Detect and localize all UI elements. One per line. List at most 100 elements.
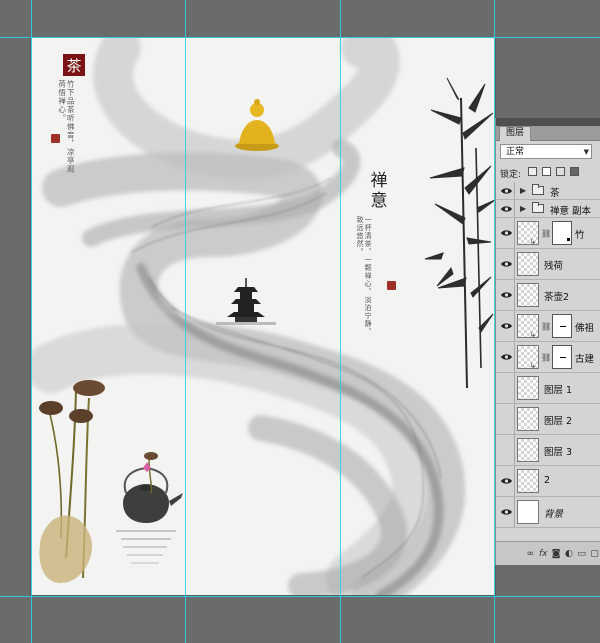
new-layer-icon[interactable]: ▢: [589, 549, 600, 559]
visibility-eye-icon[interactable]: [498, 258, 514, 271]
eye-divider: [514, 497, 515, 527]
visibility-eye-icon[interactable]: [498, 382, 514, 395]
layer-mask-thumbnail[interactable]: [552, 221, 572, 245]
panel-titlebar[interactable]: [496, 118, 600, 126]
lock-transparency-icon[interactable]: [528, 167, 537, 176]
folder-icon[interactable]: ▭: [576, 549, 587, 559]
guide-vertical[interactable]: [340, 0, 341, 643]
layer-mask-thumbnail[interactable]: [552, 314, 572, 338]
lock-row: 锁定:: [496, 163, 600, 184]
layer-name[interactable]: 残荷: [544, 258, 563, 272]
layer-thumbnail: [517, 252, 539, 276]
expand-arrow-icon[interactable]: ▶: [520, 186, 526, 195]
clipping-icon: ↳: [530, 238, 536, 246]
zen-title: 禅意: [366, 171, 387, 211]
expand-arrow-icon[interactable]: ▶: [520, 204, 526, 213]
layer-row[interactable]: 图层 1: [496, 373, 600, 404]
chain-link-icon[interactable]: ⛓: [541, 353, 551, 362]
poem-seal: [51, 134, 60, 143]
right-poem-text: 一杯清茶，一颗禅心，淡泊宁静，致远悠然。: [356, 216, 373, 336]
panel-tabbar: 图层: [496, 126, 600, 141]
eye-divider: [514, 200, 515, 217]
visibility-eye-icon[interactable]: [498, 320, 514, 333]
document-canvas[interactable]: 茶 竹下品茶听佛音，凉亭观荷悟禅心。 禅意 一杯清茶，一颗禅心，淡泊宁静，致远悠…: [31, 38, 495, 595]
layer-name[interactable]: 2: [544, 475, 550, 486]
eye-divider: [514, 280, 515, 310]
layer-thumbnail: [517, 283, 539, 307]
blend-row: 正常 ▼: [496, 141, 600, 163]
link-icon[interactable]: ∞: [525, 549, 536, 559]
layer-row[interactable]: ▶ 禅意 副本: [496, 200, 600, 218]
guide-vertical[interactable]: [185, 0, 186, 643]
layer-row[interactable]: ↳ ⛓ 佛祖: [496, 311, 600, 342]
layer-row[interactable]: 图层 2: [496, 404, 600, 435]
visibility-eye-icon[interactable]: [498, 184, 514, 197]
chain-link-icon[interactable]: ⛓: [541, 322, 551, 331]
layer-thumbnail: [517, 500, 539, 524]
layer-row[interactable]: 图层 3: [496, 435, 600, 466]
layer-row[interactable]: 茶壶2: [496, 280, 600, 311]
lock-pixels-icon[interactable]: [542, 167, 551, 176]
visibility-eye-icon[interactable]: [498, 351, 514, 364]
pagoda-illustration: [216, 278, 276, 325]
visibility-eye-icon[interactable]: [498, 475, 514, 488]
eye-divider: [514, 373, 515, 403]
eye-divider: [514, 311, 515, 341]
lock-position-icon[interactable]: [556, 167, 565, 176]
tea-seal: 茶: [63, 54, 85, 76]
fx-icon[interactable]: fx: [538, 549, 549, 559]
guide-vertical[interactable]: [31, 0, 32, 643]
layer-row[interactable]: 背景: [496, 497, 600, 528]
lock-all-icon[interactable]: [570, 167, 579, 176]
title-seal: [387, 281, 396, 290]
clipping-icon: ↳: [530, 362, 536, 370]
blend-mode-select[interactable]: 正常 ▼: [500, 144, 592, 159]
layer-row[interactable]: 2: [496, 466, 600, 497]
layer-name[interactable]: 禅意 副本: [550, 203, 591, 217]
visibility-eye-icon[interactable]: [498, 413, 514, 426]
mask-mark: [560, 357, 566, 358]
panel-bottom-toolbar: ∞ fx ◙ ◐ ▭ ▢: [496, 541, 600, 565]
eye-divider: [514, 182, 515, 199]
layer-name[interactable]: 图层 3: [544, 444, 572, 458]
layer-row[interactable]: ↳ ⛓ 竹: [496, 218, 600, 249]
layer-thumbnail: [517, 407, 539, 431]
layer-name[interactable]: 茶壶2: [544, 289, 569, 303]
folder-icon: [532, 184, 544, 195]
layer-name[interactable]: 背景: [544, 506, 563, 520]
layer-name[interactable]: 竹: [575, 227, 585, 241]
eye-divider: [514, 342, 515, 372]
layer-name[interactable]: 图层 2: [544, 413, 572, 427]
visibility-eye-icon[interactable]: [498, 289, 514, 302]
chevron-down-icon: ▼: [583, 148, 589, 156]
teapot-illustration: [116, 452, 183, 564]
layer-name[interactable]: 佛祖: [575, 320, 594, 334]
layer-row[interactable]: 残荷: [496, 249, 600, 280]
layer-row[interactable]: ▶ 茶: [496, 182, 600, 200]
folder-icon: [532, 202, 544, 213]
eye-divider: [514, 249, 515, 279]
layer-name[interactable]: 图层 1: [544, 382, 572, 396]
tab-layers[interactable]: 图层: [499, 126, 532, 141]
layer-name[interactable]: 茶: [550, 185, 560, 199]
visibility-eye-icon[interactable]: [498, 202, 514, 215]
adjustment-icon[interactable]: ◐: [563, 549, 574, 559]
guide-horizontal[interactable]: [0, 596, 600, 597]
golden-buddha: [235, 99, 279, 151]
guide-horizontal[interactable]: [0, 37, 600, 38]
ink-wash-artwork: [31, 38, 495, 595]
layer-thumbnail: [517, 438, 539, 462]
visibility-eye-icon[interactable]: [498, 506, 514, 519]
mask-icon[interactable]: ◙: [551, 549, 562, 559]
visibility-eye-icon[interactable]: [498, 227, 514, 240]
lotus-pods: [39, 380, 105, 583]
layer-name[interactable]: 古建: [575, 351, 594, 365]
layer-mask-thumbnail[interactable]: [552, 345, 572, 369]
mask-mark: [560, 326, 566, 327]
left-poem-text: 竹下品茶听佛音，凉亭观荷悟禅心。: [57, 80, 76, 174]
visibility-eye-icon[interactable]: [498, 444, 514, 457]
chain-link-icon[interactable]: ⛓: [541, 229, 551, 238]
eye-divider: [514, 404, 515, 434]
eye-divider: [514, 218, 515, 248]
layer-row[interactable]: ↳ ⛓ 古建: [496, 342, 600, 373]
